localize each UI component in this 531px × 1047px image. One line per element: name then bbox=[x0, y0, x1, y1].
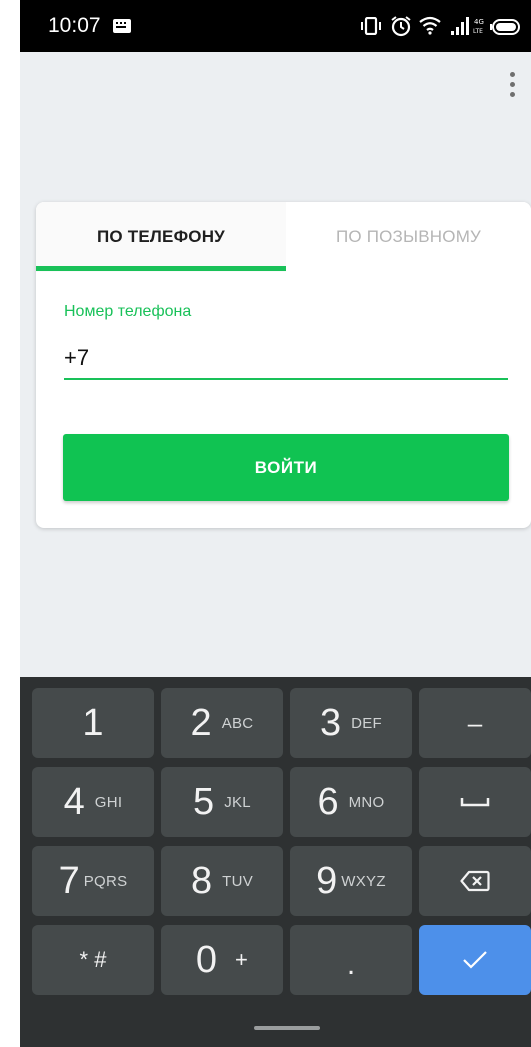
phone-field-label: Номер телефона bbox=[64, 303, 192, 320]
key-letters: DEF bbox=[351, 714, 383, 732]
key-digit: 0 bbox=[195, 938, 217, 981]
key-7[interactable]: 7 PQRS bbox=[32, 846, 154, 916]
key-star-hash[interactable]: * # bbox=[32, 925, 154, 995]
login-button[interactable]: ВОЙТИ bbox=[63, 434, 509, 501]
key-3[interactable]: 3 DEF bbox=[290, 688, 412, 758]
key-digit: 5 bbox=[193, 780, 215, 823]
key-6[interactable]: 6 MNO bbox=[290, 767, 412, 837]
key-letters: GHI bbox=[94, 793, 123, 811]
space-icon bbox=[460, 798, 490, 807]
key-9[interactable]: 9 WXYZ bbox=[290, 846, 412, 916]
key-digit: 1 bbox=[82, 701, 104, 744]
signal-icon bbox=[451, 17, 469, 35]
tab-by-phone[interactable]: ПО ТЕЛЕФОНУ bbox=[36, 202, 286, 272]
message-notification-icon bbox=[113, 19, 131, 33]
tab-by-callsign[interactable]: ПО ПОЗЫВНОМУ bbox=[286, 202, 531, 272]
key-letters: MNO bbox=[348, 793, 385, 811]
status-time: 10:07 bbox=[48, 14, 101, 37]
login-card: ПО ТЕЛЕФОНУ ПО ПОЗЫВНОМУ Номер телефона … bbox=[36, 202, 531, 528]
key-digit: 4 bbox=[63, 780, 85, 823]
key-letters: PQRS bbox=[83, 872, 128, 890]
key-minus[interactable]: – bbox=[419, 688, 531, 758]
key-symbol: * # bbox=[79, 947, 107, 972]
key-letters: ABC bbox=[221, 714, 254, 732]
key-digit: 8 bbox=[190, 859, 213, 902]
checkmark-icon bbox=[463, 951, 487, 969]
key-enter[interactable] bbox=[419, 925, 531, 995]
key-dot[interactable]: . bbox=[290, 925, 412, 995]
key-4[interactable]: 4 GHI bbox=[32, 767, 154, 837]
app-screen: 10:07 4G LTE ПО ТЕЛЕФОНУ ПО ПОЗЫВНОМУ Но… bbox=[20, 0, 531, 1047]
key-symbol: . bbox=[346, 948, 356, 981]
active-tab-indicator bbox=[36, 266, 286, 271]
key-letters: + bbox=[234, 947, 249, 972]
more-options-icon[interactable] bbox=[502, 70, 522, 102]
svg-text:4G: 4G bbox=[474, 18, 484, 26]
key-letters: TUV bbox=[222, 872, 254, 890]
lte-icon: 4G LTE bbox=[473, 18, 484, 35]
key-0[interactable]: 0 + bbox=[161, 925, 283, 995]
key-symbol: – bbox=[467, 707, 483, 738]
key-5[interactable]: 5 JKL bbox=[161, 767, 283, 837]
key-1[interactable]: 1 bbox=[32, 688, 154, 758]
phone-input-underline bbox=[64, 378, 508, 380]
phone-input[interactable] bbox=[64, 338, 508, 378]
key-digit: 9 bbox=[316, 859, 338, 902]
key-letters: WXYZ bbox=[341, 872, 386, 890]
key-space[interactable] bbox=[419, 767, 531, 837]
key-digit: 3 bbox=[319, 701, 342, 744]
numeric-keyboard: 1 2 ABC 3 DEF – 4 GHI 5 JKL 6 MNO 7 PQRS… bbox=[20, 677, 531, 1047]
key-letters: JKL bbox=[224, 793, 251, 811]
svg-text:LTE: LTE bbox=[473, 28, 483, 35]
key-backspace[interactable] bbox=[419, 846, 531, 916]
key-2[interactable]: 2 ABC bbox=[161, 688, 283, 758]
vibrate-icon bbox=[361, 17, 381, 35]
key-8[interactable]: 8 TUV bbox=[161, 846, 283, 916]
key-digit: 2 bbox=[190, 701, 212, 744]
battery-icon bbox=[490, 19, 520, 35]
login-tabs: ПО ТЕЛЕФОНУ ПО ПОЗЫВНОМУ bbox=[36, 202, 531, 272]
key-digit: 7 bbox=[58, 859, 80, 902]
alarm-icon bbox=[391, 16, 411, 37]
key-digit: 6 bbox=[317, 780, 339, 823]
status-bar: 10:07 4G LTE bbox=[20, 0, 531, 52]
backspace-icon bbox=[460, 870, 490, 892]
wifi-icon bbox=[419, 16, 441, 35]
navigation-handle[interactable] bbox=[254, 1026, 320, 1030]
